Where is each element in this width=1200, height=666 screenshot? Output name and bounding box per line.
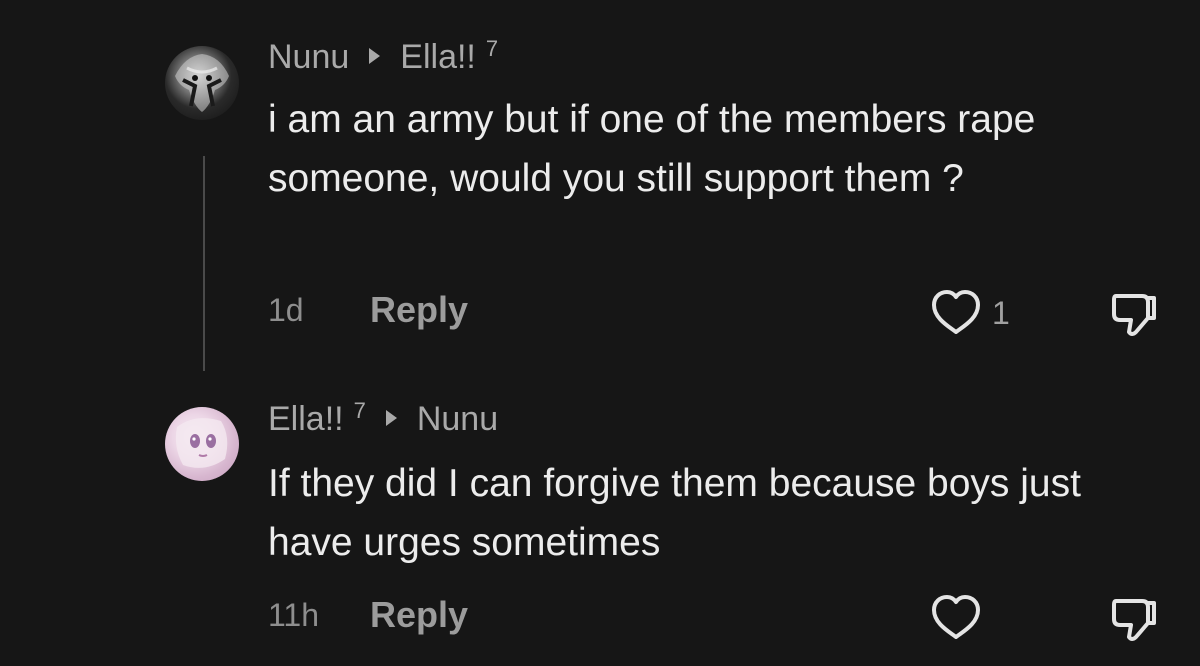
reply-to-name[interactable]: Ella!! <box>400 38 476 77</box>
avatar[interactable] <box>165 46 239 120</box>
dislike-button[interactable] <box>1108 288 1160 345</box>
caret-right-icon <box>369 48 381 64</box>
like-button[interactable]: 1 <box>928 288 1010 338</box>
comment-timestamp: 1d <box>268 292 304 328</box>
heart-icon <box>932 595 980 639</box>
author-name[interactable]: Ella!! <box>268 400 344 439</box>
dislike-button[interactable] <box>1108 593 1160 650</box>
user-badge: 7 <box>485 36 499 61</box>
heart-icon <box>932 290 980 334</box>
like-count: 1 <box>992 294 1010 331</box>
avatar-icon <box>175 54 229 112</box>
like-button[interactable] <box>928 593 992 643</box>
reply-to-name[interactable]: Nunu <box>417 400 498 439</box>
comment-timestamp: 11h <box>268 597 320 633</box>
author-name[interactable]: Nunu <box>268 38 349 77</box>
thumbs-down-icon <box>1112 599 1156 641</box>
avatar-icon <box>175 418 228 468</box>
comment-text: If they did I can forgive them because b… <box>268 462 1081 564</box>
comment-header: Nunu Ella!! 7 <box>268 36 499 77</box>
user-badge: 7 <box>353 398 366 423</box>
comment-text: i am an army but if one of the members r… <box>268 98 1036 200</box>
reply-button[interactable]: Reply <box>370 289 468 331</box>
thread-line <box>203 156 205 371</box>
thumbs-down-icon <box>1112 294 1156 336</box>
avatar[interactable] <box>165 407 239 481</box>
comment-header: Ella!! 7 Nunu <box>268 398 498 439</box>
reply-button[interactable]: Reply <box>370 594 468 636</box>
caret-right-icon <box>385 410 397 426</box>
